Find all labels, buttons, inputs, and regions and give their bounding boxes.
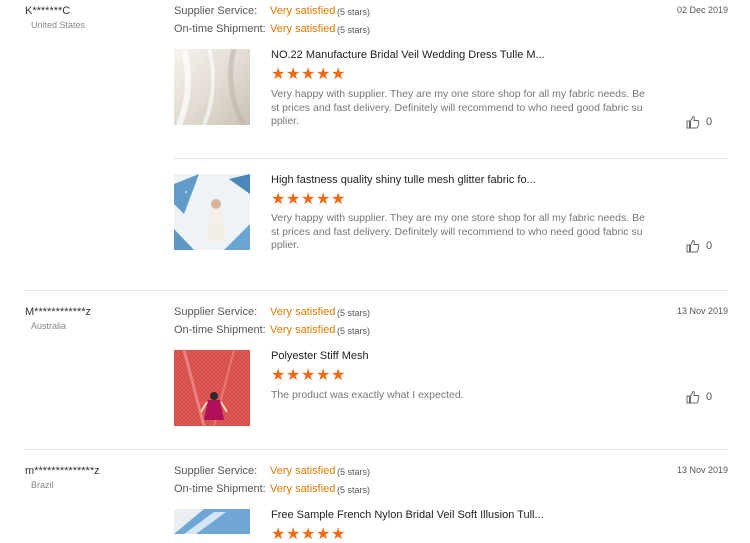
like-count: 0 <box>706 116 713 128</box>
thumbs-up-icon <box>686 115 700 129</box>
like-button[interactable]: 0 <box>686 115 712 129</box>
on-time-shipment-label: On-time Shipment: <box>174 23 266 35</box>
review-date: 02 Dec 2019 <box>676 5 728 15</box>
reviewer-country: Australia <box>31 321 67 331</box>
on-time-shipment-stars: (5 stars) <box>337 485 371 495</box>
supplier-service-value: Very satisfied <box>270 5 336 17</box>
supplier-service-stars: (5 stars) <box>337 467 371 477</box>
supplier-service-stars: (5 stars) <box>337 7 371 17</box>
star-icon: ★ <box>316 526 331 543</box>
star-icon: ★ <box>286 367 301 384</box>
star-icon: ★ <box>301 66 316 83</box>
star-icon: ★ <box>286 191 301 208</box>
star-icon: ★ <box>271 526 286 543</box>
star-icon: ★ <box>301 526 316 543</box>
star-icon: ★ <box>331 367 346 384</box>
product-rating-stars: ★ ★ ★ ★ ★ <box>271 526 346 543</box>
review-comment: Very happy with supplier. They are my on… <box>271 88 645 127</box>
product-thumbnail[interactable] <box>174 350 250 426</box>
star-icon: ★ <box>271 66 286 83</box>
like-button[interactable]: 0 <box>686 390 712 404</box>
on-time-shipment-stars: (5 stars) <box>337 326 371 336</box>
thumbs-up-icon <box>686 390 700 404</box>
on-time-shipment-value: Very satisfied <box>270 324 336 336</box>
review-divider <box>25 290 728 291</box>
on-time-shipment-value: Very satisfied <box>270 483 336 495</box>
thumbs-up-icon <box>686 239 700 253</box>
product-thumbnail[interactable] <box>174 509 250 534</box>
product-rating-stars: ★ ★ ★ ★ ★ <box>271 367 346 384</box>
review-date: 13 Nov 2019 <box>676 465 728 475</box>
supplier-service-value: Very satisfied <box>270 306 336 318</box>
product-divider <box>174 158 728 159</box>
supplier-service-value: Very satisfied <box>270 465 336 477</box>
product-rating-stars: ★ ★ ★ ★ ★ <box>271 191 346 208</box>
star-icon: ★ <box>271 367 286 384</box>
star-icon: ★ <box>331 526 346 543</box>
star-icon: ★ <box>331 66 346 83</box>
star-icon: ★ <box>331 191 346 208</box>
review-date: 13 Nov 2019 <box>676 306 728 316</box>
star-icon: ★ <box>286 526 301 543</box>
review-divider <box>25 449 728 450</box>
reviewer-name: m**************z <box>25 465 100 477</box>
reviewer-country: Brazil <box>31 480 54 490</box>
reviewer-name: M************z <box>25 306 92 318</box>
supplier-service-label: Supplier Service: <box>174 5 258 17</box>
supplier-service-label: Supplier Service: <box>174 465 258 477</box>
on-time-shipment-value: Very satisfied <box>270 23 336 35</box>
star-icon: ★ <box>301 191 316 208</box>
product-title[interactable]: NO.22 Manufacture Bridal Veil Wedding Dr… <box>271 49 545 61</box>
supplier-service-label: Supplier Service: <box>174 306 258 318</box>
star-icon: ★ <box>271 191 286 208</box>
review-comment: Very happy with supplier. They are my on… <box>271 212 645 251</box>
like-button[interactable]: 0 <box>686 239 712 253</box>
product-rating-stars: ★ ★ ★ ★ ★ <box>271 66 346 83</box>
star-icon: ★ <box>316 191 331 208</box>
like-count: 0 <box>706 240 713 252</box>
product-thumbnail[interactable] <box>174 174 250 250</box>
product-thumbnail[interactable] <box>174 49 250 125</box>
product-title[interactable]: Free Sample French Nylon Bridal Veil Sof… <box>271 509 544 521</box>
on-time-shipment-label: On-time Shipment: <box>174 324 266 336</box>
on-time-shipment-stars: (5 stars) <box>337 25 371 35</box>
review-comment: The product was exactly what I expected. <box>271 389 464 401</box>
reviewer-country: United States <box>31 20 86 30</box>
star-icon: ★ <box>316 66 331 83</box>
star-icon: ★ <box>316 367 331 384</box>
on-time-shipment-label: On-time Shipment: <box>174 483 266 495</box>
star-icon: ★ <box>286 66 301 83</box>
supplier-service-stars: (5 stars) <box>337 308 371 318</box>
star-icon: ★ <box>301 367 316 384</box>
product-title[interactable]: High fastness quality shiny tulle mesh g… <box>271 174 536 186</box>
reviewer-name: K*******C <box>25 5 71 17</box>
product-title[interactable]: Polyester Stiff Mesh <box>271 350 369 362</box>
like-count: 0 <box>706 391 713 403</box>
